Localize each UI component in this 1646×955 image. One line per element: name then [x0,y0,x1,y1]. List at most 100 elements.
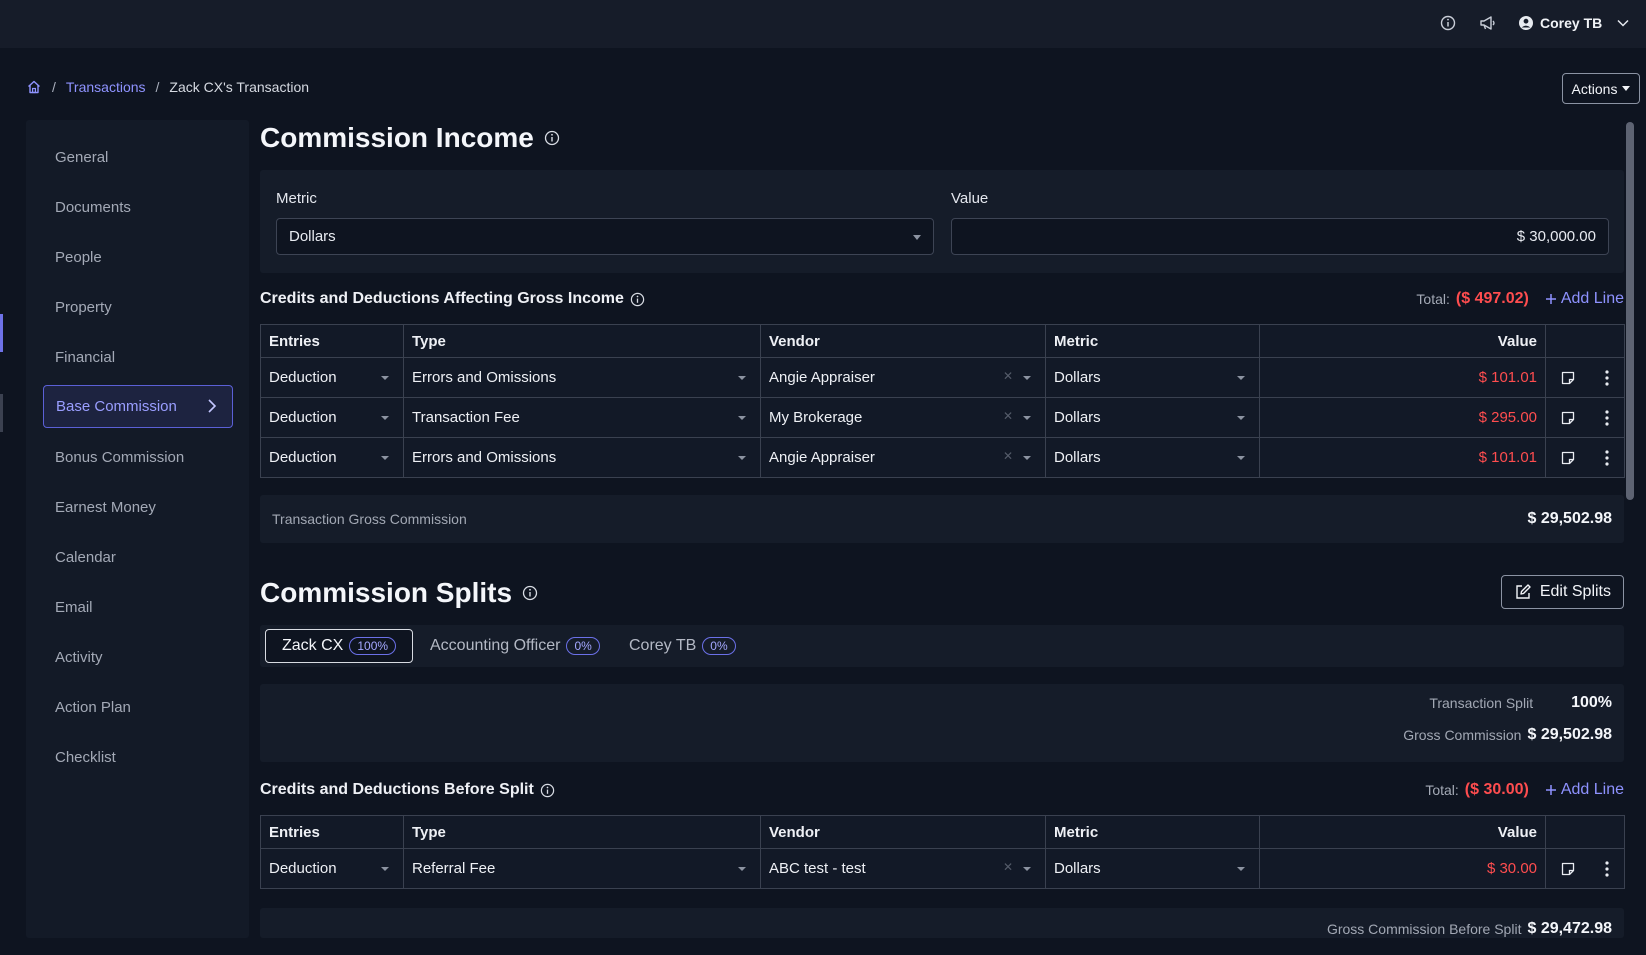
sidebar-item-label: General [55,148,109,166]
sidebar-item-label: Action Plan [55,698,131,716]
sidebar-item-earnest-money[interactable]: Earnest Money [43,487,233,527]
entry-value: Deduction [269,409,337,426]
sidebar-item-label: Email [55,598,93,616]
value-input-text: $ 30,000.00 [1516,228,1596,245]
type-select[interactable]: Transaction Fee [403,397,761,438]
total-label: Total: [1425,782,1459,798]
column-header: Metric [1045,324,1260,358]
tab-percent-badge: 0% [702,637,736,655]
sidebar-item-checklist[interactable]: Checklist [43,737,233,777]
sidebar-item-action-plan[interactable]: Action Plan [43,687,233,727]
type-select[interactable]: Errors and Omissions [403,437,761,478]
sidebar-item-activity[interactable]: Activity [43,637,233,677]
summary-value: $ 29,502.98 [1527,510,1612,527]
top-bar: Corey TB [0,0,1646,48]
sidebar-item-general[interactable]: General [43,137,233,177]
sidebar-item-documents[interactable]: Documents [43,187,233,227]
sidebar-item-financial[interactable]: Financial [43,337,233,377]
clear-icon[interactable]: ✕ [1003,449,1013,463]
row-tools [1545,397,1625,438]
sidebar-item-people[interactable]: People [43,237,233,277]
tab-zack-cx[interactable]: Zack CX 100% [265,629,414,663]
actions-button[interactable]: Actions [1562,73,1640,104]
note-icon[interactable] [1560,370,1576,386]
info-icon[interactable] [630,292,645,307]
vendor-select[interactable]: Angie Appraiser ✕ [760,437,1046,478]
row-tools [1545,848,1625,889]
megaphone-icon[interactable] [1478,13,1498,33]
vendor-value: ABC test - test [769,860,866,877]
clear-icon[interactable]: ✕ [1003,860,1013,874]
clear-icon[interactable]: ✕ [1003,409,1013,423]
value-input[interactable]: $ 295.00 [1259,397,1546,438]
metric-select[interactable]: Dollars [1045,848,1260,889]
info-icon[interactable] [1438,13,1458,33]
caret-down-icon [1237,376,1245,380]
type-select[interactable]: Errors and Omissions [403,357,761,398]
note-icon[interactable] [1560,861,1576,877]
value-input[interactable]: $ 30.00 [1259,848,1546,889]
vendor-select[interactable]: Angie Appraiser ✕ [760,357,1046,398]
note-icon[interactable] [1560,410,1576,426]
caret-down-icon [1237,456,1245,460]
metric-value: Dollars [1054,369,1101,386]
entry-value: Deduction [269,449,337,466]
caret-down-icon [738,867,746,871]
column-header: Value [1259,324,1546,358]
more-vertical-icon[interactable] [1604,369,1610,387]
info-icon[interactable] [540,783,555,798]
metric-select[interactable]: Dollars [276,218,934,255]
table-row: Deduction Errors and Omissions Angie App… [260,357,1625,398]
breadcrumb-transactions-link[interactable]: Transactions [66,79,146,95]
sidebar-item-email[interactable]: Email [43,587,233,627]
summary-value: $ 29,472.98 [1527,920,1612,937]
home-icon[interactable] [26,79,42,95]
gross-label: Gross Commission [1403,727,1522,743]
scrollbar-thumb[interactable] [1626,122,1634,500]
user-menu[interactable]: Corey TB [1518,12,1630,34]
info-icon[interactable] [544,130,560,146]
edit-splits-button[interactable]: Edit Splits [1500,575,1624,609]
sidebar-item-label: Documents [55,198,131,216]
metric-select[interactable]: Dollars [1045,397,1260,438]
sidebar-item-label: People [55,248,102,266]
clear-icon[interactable]: ✕ [1003,369,1013,383]
table-row: Deduction Transaction Fee My Brokerage ✕ … [260,397,1625,438]
value-input[interactable]: $ 30,000.00 [951,218,1609,255]
gross-commission-row: Gross Commission $ 29,502.98 [1403,726,1612,744]
sidebar-item-base-commission[interactable]: Base Commission [43,385,233,428]
more-vertical-icon[interactable] [1604,860,1610,878]
entry-select[interactable]: Deduction [260,437,404,478]
vendor-value: Angie Appraiser [769,369,875,386]
metric-select[interactable]: Dollars [1045,437,1260,478]
tab-accounting-officer[interactable]: Accounting Officer 0% [414,629,616,663]
add-line-button[interactable]: Add Line [1545,290,1624,308]
table-header-row: Entries Type Vendor Metric Value [260,324,1625,358]
metric-select[interactable]: Dollars [1045,357,1260,398]
before-split-total: Total: ($ 30.00) Add Line [1425,781,1624,799]
sidebar-item-calendar[interactable]: Calendar [43,537,233,577]
more-vertical-icon[interactable] [1604,409,1610,427]
value-input[interactable]: $ 101.01 [1259,357,1546,398]
vendor-value: My Brokerage [769,409,863,426]
entry-value: Deduction [269,369,337,386]
sidebar-item-property[interactable]: Property [43,287,233,327]
value-input[interactable]: $ 101.01 [1259,437,1546,478]
info-icon[interactable] [522,585,538,601]
entry-select[interactable]: Deduction [260,848,404,889]
column-header: Vendor [760,324,1046,358]
entry-select[interactable]: Deduction [260,357,404,398]
sidebar-item-label: Calendar [55,548,116,566]
tab-corey-tb[interactable]: Corey TB 0% [613,629,752,663]
entry-select[interactable]: Deduction [260,397,404,438]
note-icon[interactable] [1560,450,1576,466]
add-line-button[interactable]: Add Line [1545,781,1624,799]
vendor-select[interactable]: ABC test - test ✕ [760,848,1046,889]
sidebar-item-bonus-commission[interactable]: Bonus Commission [43,437,233,477]
type-select[interactable]: Referral Fee [403,848,761,889]
breadcrumb-separator: / [52,79,56,95]
sidebar-item-label: Checklist [55,748,116,766]
commission-splits-title: Commission Splits [260,577,513,608]
vendor-select[interactable]: My Brokerage ✕ [760,397,1046,438]
more-vertical-icon[interactable] [1604,449,1610,467]
